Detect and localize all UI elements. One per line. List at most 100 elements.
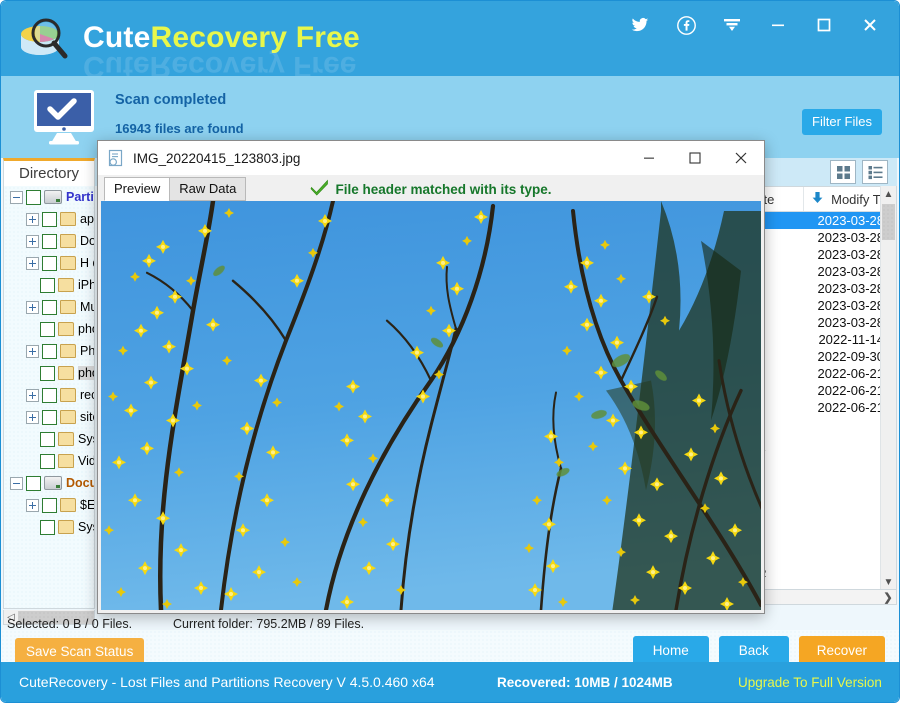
expand-icon[interactable] <box>26 212 39 226</box>
app-title-part2: Recovery Free <box>150 21 360 54</box>
facebook-icon[interactable] <box>663 5 709 45</box>
tree-item-label: Docum <box>66 476 94 490</box>
tree-checkbox[interactable] <box>42 255 57 271</box>
folder-icon <box>58 322 74 336</box>
folder-icon <box>60 388 76 402</box>
dialog-minimize-icon[interactable] <box>626 141 672 175</box>
tree-item[interactable]: Partit <box>4 186 94 208</box>
menu-icon[interactable] <box>709 5 755 45</box>
dialog-window-controls <box>626 141 764 175</box>
tree-checkbox[interactable] <box>26 475 41 491</box>
tree-item-label: Sys <box>78 520 94 534</box>
folder-icon <box>60 410 76 424</box>
tab-directory[interactable]: Directory <box>3 158 95 186</box>
folder-icon <box>58 454 74 468</box>
disk-icon <box>44 190 62 204</box>
folder-icon <box>60 498 76 512</box>
tree-checkbox[interactable] <box>40 277 55 293</box>
dialog-close-icon[interactable] <box>718 141 764 175</box>
tree-checkbox[interactable] <box>42 497 57 513</box>
expand-icon[interactable] <box>26 388 39 402</box>
tree-item-label: app <box>80 212 94 226</box>
expand-icon[interactable] <box>26 256 39 270</box>
collapse-icon[interactable] <box>10 190 23 204</box>
tree-item[interactable]: Doc <box>4 230 94 252</box>
tree-item[interactable]: Sys <box>4 428 94 450</box>
folder-icon <box>60 212 76 226</box>
tree-checkbox[interactable] <box>42 343 57 359</box>
tree-item[interactable]: pho <box>4 362 94 384</box>
tree-checkbox[interactable] <box>42 387 57 403</box>
tree-item[interactable]: Vid <box>4 450 94 472</box>
expand-icon[interactable] <box>26 498 39 512</box>
tree-checkbox[interactable] <box>42 409 57 425</box>
collapse-icon[interactable] <box>10 476 23 490</box>
file-list-vertical-scrollbar[interactable]: ▲ ▼ <box>880 186 896 590</box>
tree-item[interactable]: rec <box>4 384 94 406</box>
expand-icon[interactable] <box>26 344 39 358</box>
folder-icon <box>60 234 76 248</box>
scroll-down-arrow-icon[interactable]: ▼ <box>881 574 896 590</box>
folder-icon <box>58 366 74 380</box>
product-version-label: CuteRecovery - Lost Files and Partitions… <box>19 674 435 690</box>
vertical-scroll-thumb[interactable] <box>882 204 895 240</box>
thumbnail-view-icon[interactable] <box>830 160 856 184</box>
tree-item-label: Sys <box>78 432 94 446</box>
tree-item[interactable]: H d <box>4 252 94 274</box>
folder-icon <box>60 256 76 270</box>
tree-item[interactable]: Docum <box>4 472 94 494</box>
filter-files-button[interactable]: Filter Files <box>802 109 882 135</box>
expand-icon[interactable] <box>26 234 39 248</box>
dialog-maximize-icon[interactable] <box>672 141 718 175</box>
dialog-file-name: IMG_20220415_123803.jpg <box>133 150 301 166</box>
file-document-icon <box>107 149 125 167</box>
tree-item[interactable]: site <box>4 406 94 428</box>
tree-checkbox[interactable] <box>42 299 57 315</box>
monitor-check-icon <box>31 89 97 145</box>
upgrade-link[interactable]: Upgrade To Full Version <box>738 675 882 690</box>
file-preview-dialog: IMG_20220415_123803.jpg Preview Raw Data… <box>97 140 765 614</box>
directory-tree[interactable]: Partit app Doc H d iPh Mu pho Pho pho rec site Sys V… <box>3 186 95 609</box>
scan-status-title: Scan completed <box>115 92 227 108</box>
tree-item-label: H d <box>80 256 94 270</box>
tree-checkbox[interactable] <box>40 453 55 469</box>
tree-checkbox[interactable] <box>26 189 41 205</box>
tree-item[interactable]: app <box>4 208 94 230</box>
tree-checkbox[interactable] <box>40 365 55 381</box>
tree-checkbox[interactable] <box>40 519 55 535</box>
tree-item[interactable]: Mu <box>4 296 94 318</box>
tree-checkbox[interactable] <box>40 321 55 337</box>
brand: CuteRecovery Free <box>15 9 360 67</box>
image-preview[interactable] <box>101 201 761 610</box>
maximize-icon[interactable] <box>801 5 847 45</box>
folder-icon <box>58 432 74 446</box>
tree-checkbox[interactable] <box>42 233 57 249</box>
close-icon[interactable] <box>847 5 893 45</box>
tree-checkbox[interactable] <box>40 431 55 447</box>
tree-item[interactable]: Pho <box>4 340 94 362</box>
tab-raw-data[interactable]: Raw Data <box>169 177 247 201</box>
disk-icon <box>44 476 62 490</box>
details-view-icon[interactable] <box>862 160 888 184</box>
tree-item[interactable]: $Ex <box>4 494 94 516</box>
tree-checkbox[interactable] <box>42 211 57 227</box>
application-window: CuteRecovery Free CuteRecovery Free Scan… <box>0 0 900 703</box>
expand-icon[interactable] <box>26 300 39 314</box>
footer-info-bar: CuteRecovery - Lost Files and Partitions… <box>1 662 899 702</box>
minimize-icon[interactable] <box>755 5 801 45</box>
tree-item-label: pho <box>78 366 94 380</box>
tab-preview[interactable]: Preview <box>104 177 171 201</box>
tree-item-label: Vid <box>78 454 94 468</box>
twitter-icon[interactable] <box>617 5 663 45</box>
tree-item[interactable]: pho <box>4 318 94 340</box>
sort-down-arrow-icon <box>811 191 824 207</box>
app-title-part1: Cute <box>83 21 151 54</box>
expand-icon[interactable] <box>26 410 39 424</box>
tree-item[interactable]: iPh <box>4 274 94 296</box>
scroll-right-arrow-icon[interactable]: ❯ <box>880 591 896 604</box>
tree-item[interactable]: Sys <box>4 516 94 538</box>
scroll-up-arrow-icon[interactable]: ▲ <box>881 186 896 202</box>
